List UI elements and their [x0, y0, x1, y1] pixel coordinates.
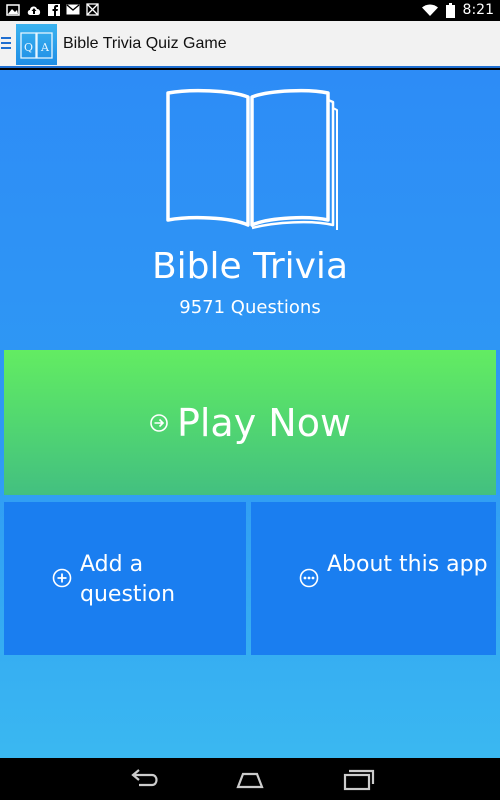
plus-circle-icon [52, 568, 72, 588]
svg-text:A: A [40, 41, 50, 54]
main-content: Bible Trivia 9571 Questions Play Now Add… [0, 70, 500, 758]
app-title: Bible Trivia Quiz Game [63, 35, 227, 52]
status-icons-right: 8:21 [421, 2, 494, 18]
play-now-label: Play Now [176, 400, 352, 445]
home-icon[interactable] [230, 766, 270, 792]
app-logo[interactable]: Q A [16, 24, 57, 65]
no-signal-icon [86, 3, 99, 16]
status-time: 8:21 [462, 2, 494, 18]
svg-text:Q: Q [24, 41, 33, 54]
arrow-circle-right-icon [150, 413, 168, 432]
battery-icon [445, 2, 455, 18]
menu-icon[interactable] [1, 36, 11, 50]
play-now-button[interactable]: Play Now [4, 350, 496, 495]
about-app-button[interactable]: About this app [251, 502, 496, 655]
status-bar: 8:21 [0, 0, 500, 21]
cloud-upload-icon [27, 5, 41, 15]
qa-book-logo-icon: Q A [20, 32, 53, 59]
facebook-icon [48, 3, 60, 16]
status-icons-left [6, 3, 99, 16]
back-icon[interactable] [125, 766, 165, 792]
open-book-icon [166, 88, 338, 230]
mail-icon [66, 4, 80, 15]
navigation-bar [0, 758, 500, 800]
add-question-button[interactable]: Add a question [4, 502, 246, 655]
question-count: 9571 Questions [179, 297, 321, 318]
recent-apps-icon[interactable] [338, 766, 378, 792]
add-question-label: Add a question [80, 552, 176, 607]
action-bar: Q A Bible Trivia Quiz Game [0, 21, 500, 68]
image-icon [6, 3, 20, 16]
wifi-icon [421, 4, 438, 16]
about-app-label: About this app [327, 552, 488, 577]
more-circle-icon [299, 568, 319, 588]
hero-title: Bible Trivia [151, 246, 348, 287]
